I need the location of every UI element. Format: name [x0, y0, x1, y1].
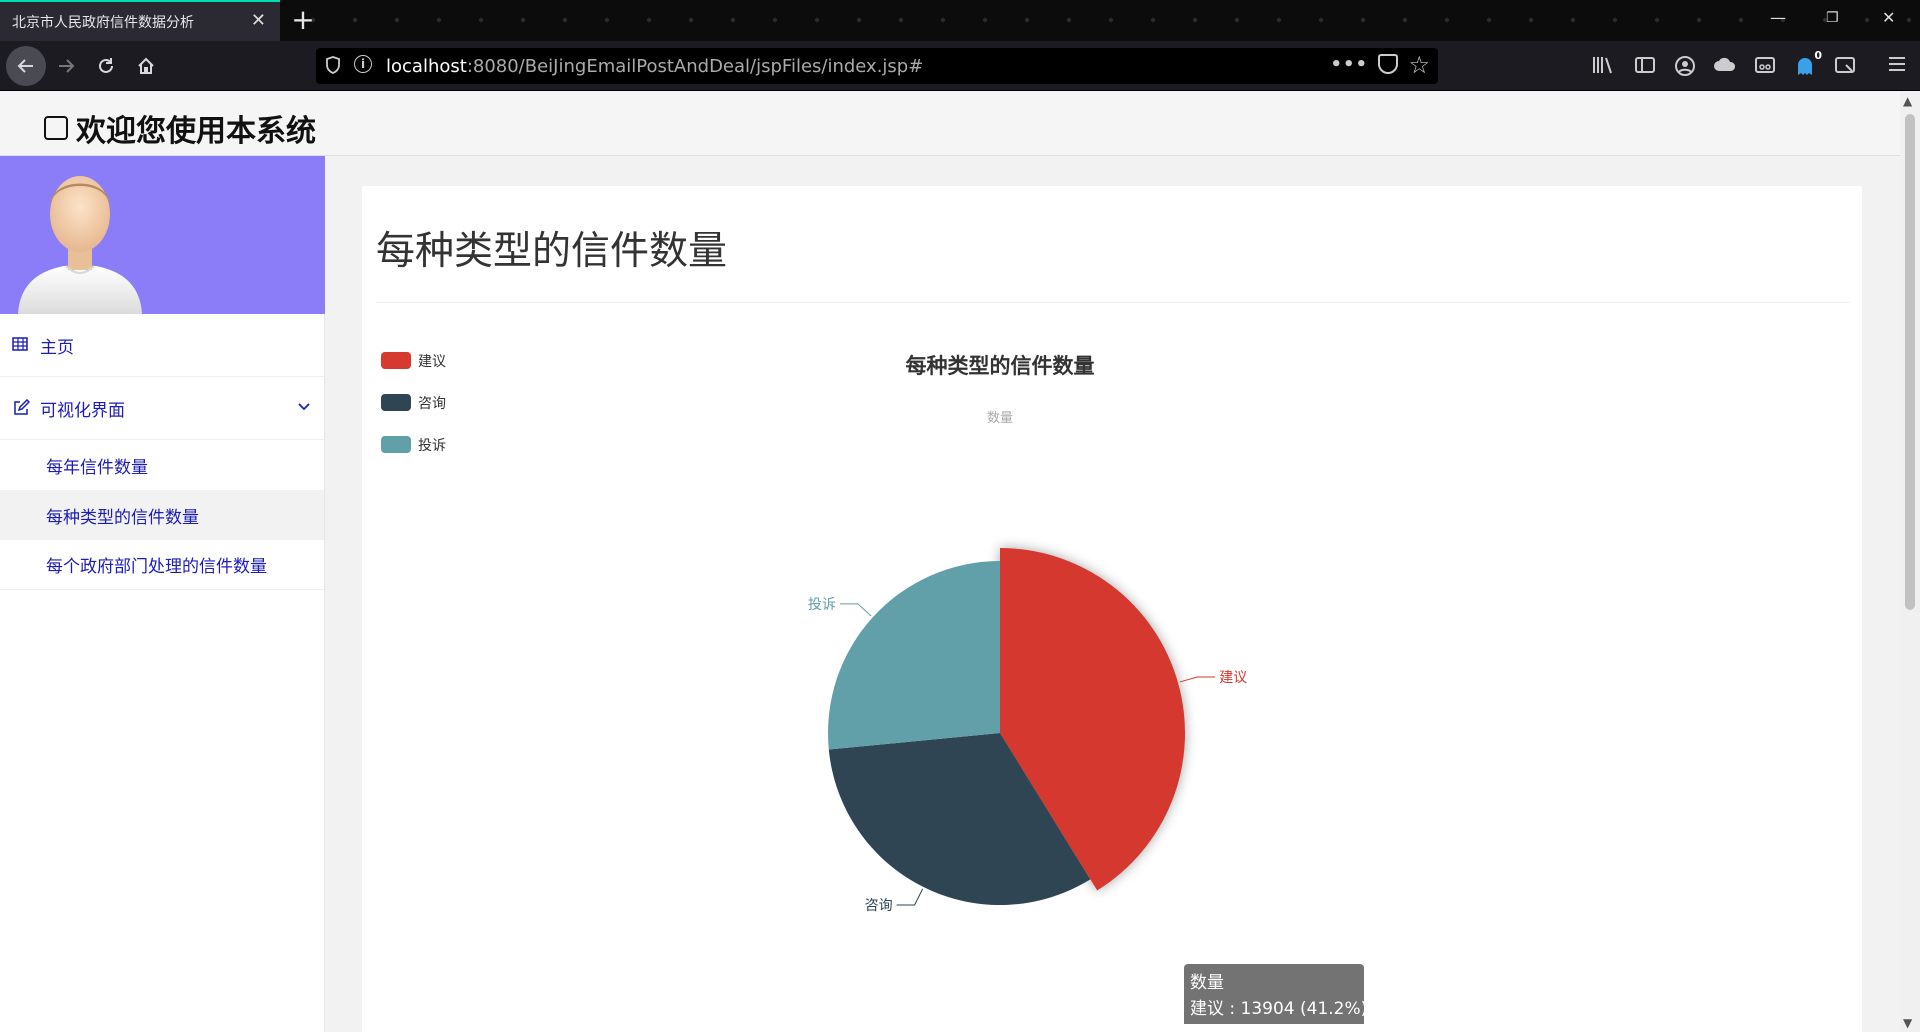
address-bar[interactable]: i localhost:8080/BeiJingEmailPostAndDeal… — [316, 48, 1438, 84]
pie-slice[interactable] — [828, 561, 1000, 750]
chevron-down-icon — [298, 399, 310, 415]
pie-label-line — [839, 603, 872, 617]
pie-label: 建议 — [1219, 670, 1247, 686]
chart-tooltip: 数量 建议 : 13904 (41.2%) — [1184, 964, 1367, 1024]
browser-tab[interactable]: 北京市人民政府信件数据分析 ✕ — [0, 0, 280, 41]
close-tab-icon[interactable]: ✕ — [251, 10, 266, 31]
home-button[interactable] — [128, 48, 164, 84]
library-icon[interactable] — [1590, 55, 1616, 80]
welcome-text: 欢迎您使用本系统 — [76, 114, 316, 149]
scroll-thumb[interactable] — [1905, 114, 1915, 610]
submenu-item-yearly[interactable]: 每年信件数量 — [0, 440, 324, 490]
chart-subtitle: 数量 — [987, 411, 1013, 426]
pie-label-line — [1179, 676, 1216, 683]
new-tab-icon[interactable]: + — [288, 3, 318, 37]
scroll-down-icon[interactable]: ▼ — [1903, 1016, 1912, 1030]
screenshot-icon[interactable] — [1832, 55, 1858, 80]
sidebar-item-visualization[interactable]: 可视化界面 — [0, 377, 324, 440]
home-icon — [138, 57, 154, 74]
table-icon — [12, 336, 30, 354]
extension-badge: 0 — [1814, 49, 1822, 62]
info-icon[interactable]: i — [354, 55, 372, 73]
pie-label-line — [896, 888, 924, 906]
url-text[interactable]: localhost:8080/BeiJingEmailPostAndDeal/j… — [386, 56, 923, 77]
minimize-icon[interactable]: — — [1770, 8, 1786, 27]
legend-swatch[interactable] — [381, 394, 411, 411]
page-actions-icon[interactable]: ••• — [1330, 54, 1368, 75]
welcome-title: 欢迎您使用本系统 — [44, 106, 316, 150]
browser-toolbar: i localhost:8080/BeiJingEmailPostAndDeal… — [0, 41, 1920, 91]
scroll-up-icon[interactable]: ▲ — [1903, 94, 1912, 108]
chart-title: 每种类型的信件数量 — [906, 354, 1095, 378]
arrow-right-icon — [59, 59, 75, 73]
reader-view-icon[interactable] — [1752, 55, 1778, 80]
avatar-panel — [0, 156, 325, 314]
tooltip-series-name: 数量 — [1190, 973, 1224, 993]
pie-label: 投诉 — [808, 597, 836, 613]
pie-chart: 建议咨询投诉 每种类型的信件数量 数量 建议咨询投诉 数量 建议 : 13904… — [381, 352, 1367, 1024]
tab-title: 北京市人民政府信件数据分析 — [12, 15, 194, 31]
browser-tab-bar: 北京市人民政府信件数据分析 ✕ + — ❐ ✕ — [0, 0, 1920, 41]
shield-icon[interactable] — [326, 56, 340, 78]
sync-icon[interactable] — [1712, 55, 1738, 80]
bookmark-star-icon[interactable]: ☆ — [1408, 51, 1430, 79]
legend-label[interactable]: 建议 — [418, 354, 446, 370]
avatar — [18, 176, 142, 314]
legend-label[interactable]: 投诉 — [418, 438, 446, 454]
reload-icon — [99, 58, 113, 73]
forward-button[interactable] — [48, 48, 84, 84]
legend-swatch[interactable] — [381, 436, 411, 453]
account-icon[interactable] — [1672, 55, 1698, 82]
extension-ghost-icon[interactable]: 0 — [1792, 49, 1822, 82]
content-card: 每种类型的信件数量 建议 咨询 投诉 每种类型的信件数量 数量 建议 咨询 投诉 数量 … — [362, 186, 1862, 1032]
pie-label: 咨询 — [865, 898, 893, 914]
submenu-item-by-type[interactable]: 每种类型的信件数量 — [0, 490, 324, 540]
page-header: 欢迎您使用本系统 — [0, 92, 1900, 156]
sidebar-toggle-icon[interactable] — [1632, 55, 1658, 80]
sidebar: 主页 可视化界面 每年信件数量 每种类型的信件数量 每个政府部门处理的信件数量 — [0, 156, 325, 1032]
tooltip-value: 建议 : 13904 (41.2%) — [1190, 999, 1367, 1019]
sidebar-item-label: 可视化界面 — [40, 400, 125, 421]
title-divider — [376, 302, 1850, 303]
edit-icon — [12, 399, 30, 417]
web-page: 欢迎您使用本系统 主页 可视化界面 每年信件数量 每种类型的信件数量 每个政府部… — [0, 92, 1900, 1032]
arrow-left-icon — [17, 59, 33, 73]
chart-legend: 建议咨询投诉 — [381, 352, 446, 454]
restore-icon[interactable]: ❐ — [1826, 10, 1839, 26]
legend-label[interactable]: 咨询 — [418, 396, 446, 412]
checkbox-icon — [44, 116, 68, 140]
close-window-icon[interactable]: ✕ — [1882, 8, 1895, 27]
menu-hamburger-icon[interactable] — [1884, 55, 1910, 78]
reload-button[interactable] — [88, 48, 124, 84]
legend-swatch[interactable] — [381, 352, 411, 369]
page-scrollbar[interactable]: ▲ ▼ — [1900, 92, 1920, 1032]
sidebar-item-home[interactable]: 主页 — [0, 314, 324, 377]
submenu-item-by-department[interactable]: 每个政府部门处理的信件数量 — [0, 540, 324, 590]
page-title: 每种类型的信件数量 — [376, 229, 728, 274]
sidebar-item-label: 主页 — [40, 337, 74, 358]
pie-slices — [828, 548, 1185, 905]
tab-bar-pattern — [280, 0, 1920, 41]
pocket-icon[interactable] — [1378, 54, 1398, 74]
back-button[interactable] — [6, 46, 46, 86]
